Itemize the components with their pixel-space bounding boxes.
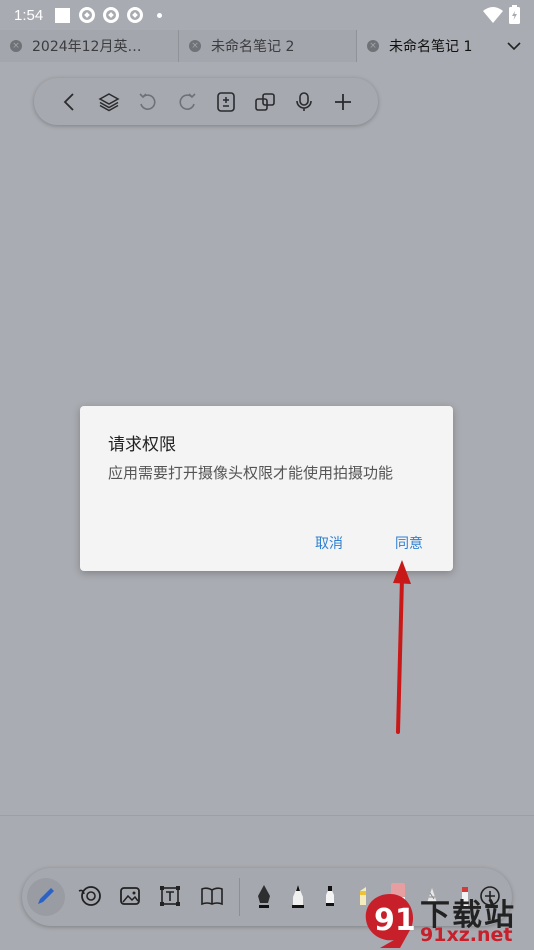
tab-bar: × 2024年12月英… × 未命名笔记 2 × 未命名笔记 1: [0, 30, 534, 62]
tab-note-3-active[interactable]: × 未命名笔记 1: [356, 30, 534, 62]
notification-app-icon: [127, 7, 144, 23]
tab-note-2[interactable]: × 未命名笔记 2: [178, 30, 356, 62]
tab-label: 未命名笔记 2: [211, 39, 295, 55]
layers-icon[interactable]: [97, 91, 120, 113]
wifi-icon: [483, 6, 503, 23]
notification-square-icon: [55, 7, 71, 23]
close-tab-icon[interactable]: ×: [189, 40, 201, 52]
annotation-arrow-icon: [393, 560, 411, 734]
dialog-message: 应用需要打开摄像头权限才能使用拍摄功能: [108, 464, 394, 482]
image-icon[interactable]: [116, 882, 144, 910]
dialog-title: 请求权限: [108, 435, 176, 455]
status-right: [483, 5, 520, 24]
copy-icon[interactable]: [254, 91, 276, 113]
agree-button[interactable]: 同意: [395, 533, 423, 553]
back-icon[interactable]: [59, 91, 81, 113]
lasso-icon[interactable]: [76, 882, 104, 910]
watermark: 91 下载站 91xz.net: [360, 890, 530, 948]
redo-icon[interactable]: [176, 91, 198, 113]
plus-icon[interactable]: [332, 91, 354, 113]
notification-app-icon: [79, 7, 96, 23]
marker-icon[interactable]: [316, 882, 344, 910]
notification-app-icon: [103, 7, 120, 23]
note-toolbar: [34, 78, 378, 125]
mic-icon[interactable]: [293, 91, 315, 113]
undo-icon[interactable]: [137, 91, 159, 113]
text-box-icon[interactable]: [156, 882, 184, 910]
pencil-icon[interactable]: [284, 882, 312, 910]
more-notifications-icon: [157, 12, 163, 18]
toolbar-divider: [239, 878, 240, 916]
permission-dialog: 请求权限 应用需要打开摄像头权限才能使用拍摄功能 取消 同意: [80, 406, 453, 571]
tab-label: 未命名笔记 1: [389, 39, 473, 55]
watermark-logo-icon: 91: [365, 894, 416, 948]
watermark-domain: 91xz.net: [420, 924, 513, 946]
cancel-button[interactable]: 取消: [315, 533, 343, 553]
status-bar: 1:54: [0, 0, 534, 30]
chevron-down-icon[interactable]: [506, 38, 522, 54]
close-tab-icon[interactable]: ×: [10, 40, 22, 52]
svg-text:91: 91: [374, 903, 416, 938]
page-icon[interactable]: [215, 91, 237, 113]
battery-icon: [509, 5, 520, 24]
status-time: 1:54: [14, 6, 44, 24]
pen-icon[interactable]: [32, 882, 60, 910]
tab-label: 2024年12月英…: [32, 39, 142, 55]
book-icon[interactable]: [198, 882, 226, 910]
close-tab-icon[interactable]: ×: [367, 40, 379, 52]
tab-note-1[interactable]: × 2024年12月英…: [0, 30, 178, 62]
fountain-pen-icon[interactable]: [250, 882, 278, 910]
